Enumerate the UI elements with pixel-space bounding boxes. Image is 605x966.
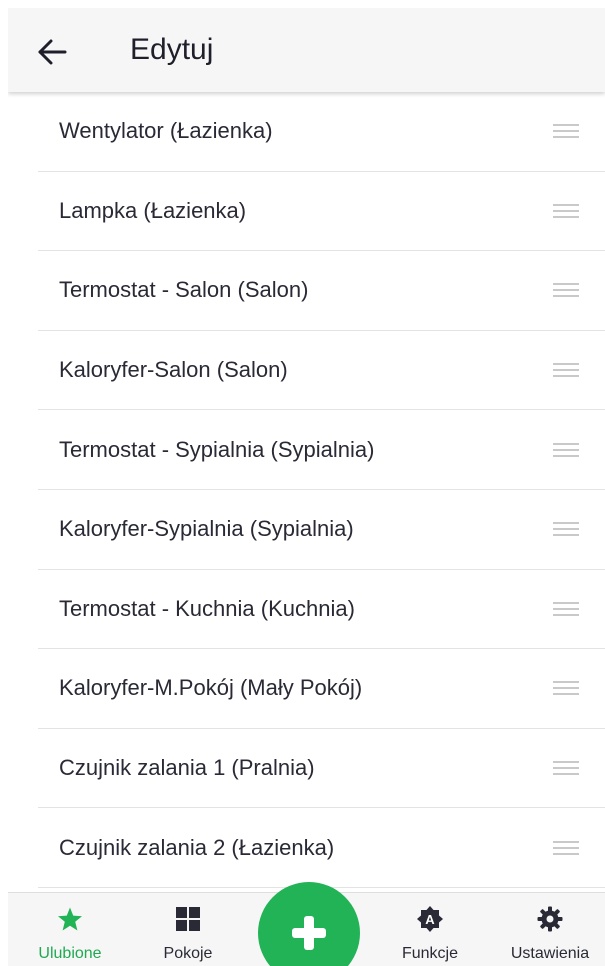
list-item-label: Lampka (Łazienka) (59, 197, 247, 223)
nav-label: Pokoje (163, 945, 213, 962)
drag-handle-icon[interactable] (553, 363, 579, 378)
list-item[interactable]: Czujnik zalania 1 (Pralnia) (38, 729, 605, 809)
list-item[interactable]: Kaloryfer-Sypialnia (Sypialnia) (38, 490, 605, 570)
plus-icon (292, 916, 326, 950)
list-item[interactable]: Termostat - Sypialnia (Sypialnia) (38, 410, 605, 490)
list-item-label: Kaloryfer-Sypialnia (Sypialnia) (59, 516, 354, 542)
gear-icon (537, 906, 563, 932)
list-item-label: Termostat - Salon (Salon) (59, 277, 309, 303)
nav-tab-ulubione[interactable]: Ulubione (30, 893, 110, 966)
nav-tab-funkcje[interactable]: A Funkcje (390, 893, 470, 966)
list-item-label: Wentylator (Łazienka) (59, 118, 273, 144)
star-icon (58, 907, 82, 930)
list-item-label: Termostat - Kuchnia (Kuchnia) (59, 595, 355, 621)
arrow-left-icon (38, 39, 67, 65)
drag-handle-icon[interactable] (553, 203, 579, 218)
list-item[interactable]: Kaloryfer-Salon (Salon) (38, 331, 605, 411)
drag-handle-icon[interactable] (553, 761, 579, 776)
drag-handle-icon[interactable] (553, 840, 579, 855)
drag-handle-icon[interactable] (553, 522, 579, 537)
list-item[interactable]: Czujnik zalania 2 (Łazienka) (38, 808, 605, 888)
app-screen: Edytuj Wentylator (Łazienka) Lampka (Łaz… (8, 8, 605, 966)
list-item-label: Termostat - Sypialnia (Sypialnia) (59, 436, 375, 462)
back-button[interactable] (30, 30, 74, 74)
drag-handle-icon[interactable] (553, 283, 579, 298)
top-app-bar: Edytuj (8, 8, 605, 92)
grid-icon (176, 907, 200, 931)
svg-text:A: A (425, 912, 435, 927)
drag-handle-icon[interactable] (553, 601, 579, 616)
drag-handle-icon[interactable] (553, 124, 579, 139)
nav-label: Ulubione (38, 945, 102, 962)
list-item[interactable]: Kaloryfer-M.Pokój (Mały Pokój) (38, 649, 605, 729)
drag-handle-icon[interactable] (553, 442, 579, 457)
list-item[interactable]: Lampka (Łazienka) (38, 172, 605, 252)
nav-tab-pokoje[interactable]: Pokoje (148, 893, 228, 966)
drag-handle-icon[interactable] (553, 681, 579, 696)
list-item[interactable]: Termostat - Salon (Salon) (38, 251, 605, 331)
list-item-label: Czujnik zalania 2 (Łazienka) (59, 834, 335, 860)
nav-label: Ustawienia (510, 945, 590, 962)
list-item-label: Kaloryfer-M.Pokój (Mały Pokój) (59, 675, 363, 701)
nav-tab-ustawienia[interactable]: Ustawienia (502, 893, 598, 966)
list-item[interactable]: Termostat - Kuchnia (Kuchnia) (38, 570, 605, 650)
device-list: Wentylator (Łazienka) Lampka (Łazienka) … (38, 92, 605, 892)
page-title: Edytuj (130, 33, 214, 66)
list-item-label: Kaloryfer-Salon (Salon) (59, 357, 288, 383)
list-item[interactable]: Wentylator (Łazienka) (38, 92, 605, 172)
list-item-label: Czujnik zalania 1 (Pralnia) (59, 755, 315, 781)
automation-badge-icon: A (417, 906, 443, 932)
nav-label: Funkcje (401, 945, 459, 962)
